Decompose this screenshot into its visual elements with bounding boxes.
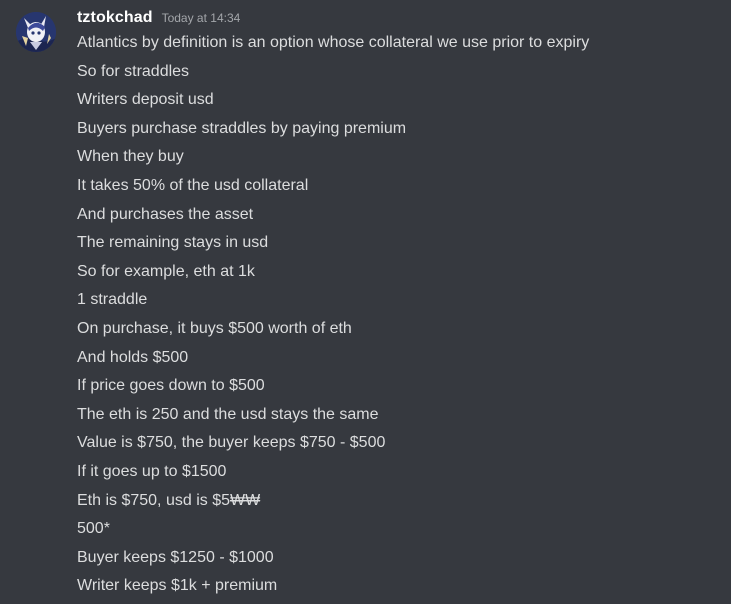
message-text: It takes 50% of the usd collateral	[77, 176, 309, 194]
message-text: 1 straddle	[77, 291, 148, 309]
message-text: Buyer keeps $1250 - $1000	[77, 548, 274, 566]
message-line: Atlantics by definition is an option who…	[77, 32, 589, 61]
message-group: tztokchad Today at 14:34 Atlantics by de…	[0, 0, 731, 604]
message-header: tztokchad Today at 14:34	[77, 9, 240, 31]
message-line: So for example, eth at 1k	[77, 261, 589, 290]
message-text: Writer keeps $1k + premium	[77, 577, 278, 595]
message-text: Eth is $750, usd is $5	[77, 491, 230, 509]
message-text: Atlantics by definition is an option who…	[77, 34, 590, 51]
message-line: When they buy	[77, 146, 589, 175]
message-list: Atlantics by definition is an option who…	[77, 32, 589, 604]
message-text: So for straddles	[77, 62, 190, 80]
message-line: Eth is $750, usd is $5₩₩	[77, 490, 589, 519]
message-line: So for straddles	[77, 61, 589, 90]
message-line: Buyer keeps $1250 - $1000	[77, 547, 589, 576]
message-text: If it goes up to $1500	[77, 462, 227, 480]
message-line: 1 straddle	[77, 289, 589, 318]
message-text: Writers deposit usd	[77, 91, 214, 109]
message-text: If price goes down to $500	[77, 377, 265, 395]
message-text: When they buy	[77, 148, 184, 166]
message-text: Buyers purchase straddles by paying prem…	[77, 119, 407, 137]
message-text: On purchase, it buys $500 worth of eth	[77, 319, 352, 337]
username[interactable]: tztokchad	[77, 9, 153, 27]
strikethrough-text: ₩₩	[229, 491, 261, 509]
message-line: And purchases the asset	[77, 204, 589, 233]
message-line: Buyers purchase straddles by paying prem…	[77, 118, 589, 147]
message-text: 500*	[77, 520, 110, 538]
message-text: The remaining stays in usd	[77, 234, 269, 252]
message-line: And holds $500	[77, 347, 589, 376]
anime-character-avatar-icon	[16, 12, 56, 52]
message-line: Writers deposit usd	[77, 89, 589, 118]
message-text: And holds $500	[77, 348, 189, 366]
user-avatar[interactable]	[16, 12, 56, 52]
message-line: Value is $750, the buyer keeps $750 - $5…	[77, 432, 589, 461]
message-text: So for example, eth at 1k	[77, 262, 255, 280]
message-line: 500*	[77, 518, 589, 547]
message-timestamp[interactable]: Today at 14:34	[162, 11, 241, 25]
message-line: It takes 50% of the usd collateral	[77, 175, 589, 204]
message-text: Value is $750, the buyer keeps $750 - $5…	[77, 434, 386, 452]
message-text: The eth is 250 and the usd stays the sam…	[77, 405, 379, 423]
message-line: The eth is 250 and the usd stays the sam…	[77, 404, 589, 433]
message-line: The remaining stays in usd	[77, 232, 589, 261]
message-line: On purchase, it buys $500 worth of eth	[77, 318, 589, 347]
message-line: If it goes up to $1500	[77, 461, 589, 490]
message-text: And purchases the asset	[77, 205, 254, 223]
message-line: Writer keeps $1k + premium	[77, 575, 589, 604]
message-line: If price goes down to $500	[77, 375, 589, 404]
